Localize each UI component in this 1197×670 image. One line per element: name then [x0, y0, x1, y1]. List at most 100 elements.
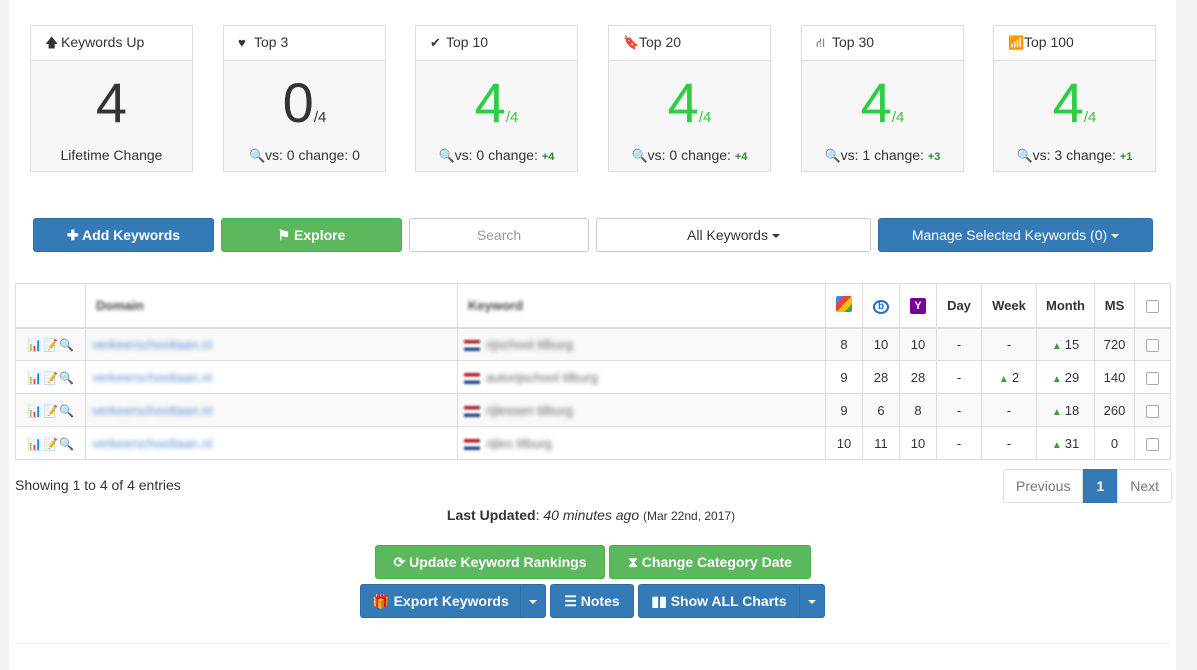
current-page-button[interactable]: 1 [1083, 469, 1118, 503]
add-note-icon[interactable]: 📝 [43, 404, 59, 418]
add-note-icon[interactable]: 📝 [43, 437, 59, 451]
row-actions: 📊📝🔍 [15, 426, 86, 460]
previous-page-button[interactable]: Previous [1003, 469, 1084, 503]
table-row: 📊📝🔍 verkeerschooltaan.nl rijles tilburg 10 1… [15, 426, 1171, 460]
stat-card-value: 4/4 [1052, 71, 1097, 134]
week-change-cell: ▲ 2 [981, 360, 1037, 394]
keyword-column-header[interactable]: Keyword [457, 283, 826, 329]
stat-card-value: 4 [95, 71, 128, 134]
search-input[interactable] [409, 218, 589, 252]
chart-icon[interactable]: 📊 [27, 371, 43, 385]
stat-card-title: ✔ Top 10 [416, 26, 577, 61]
bing-column-header[interactable]: b [862, 283, 900, 329]
notes-button[interactable]: ☰ Notes [550, 584, 634, 618]
yahoo-rank-cell: 10 [899, 426, 937, 460]
refresh-icon: ⟳ [393, 554, 406, 570]
divider [15, 643, 1171, 644]
stat-card: 🔖Top 20 4/4 🔍vs: 0 change: +4 [608, 25, 771, 172]
ms-column-header[interactable]: MS [1094, 283, 1135, 329]
stat-card-footer: Lifetime Change [60, 147, 163, 163]
yahoo-column-header[interactable]: Y [899, 283, 937, 329]
next-page-button[interactable]: Next [1117, 469, 1173, 503]
entries-info: Showing 1 to 4 of 4 entries [15, 477, 181, 493]
all-keywords-dropdown[interactable]: All Keywords [596, 218, 871, 252]
domain-cell[interactable]: verkeerschooltaan.nl [85, 360, 458, 394]
arrow-up-icon: 🡅 [45, 35, 59, 50]
stat-card-value: 0/4 [282, 71, 327, 134]
month-column-header[interactable]: Month [1036, 283, 1095, 329]
nl-flag-icon [464, 405, 480, 417]
stat-card-title: 🔖Top 20 [609, 26, 770, 61]
search-icon[interactable]: 🔍 [59, 404, 75, 418]
update-keyword-rankings-button[interactable]: ⟳ Update Keyword Rankings [375, 545, 605, 579]
row-checkbox[interactable] [1146, 338, 1159, 352]
domain-cell[interactable]: verkeerschooltaan.nl [85, 426, 458, 460]
manage-selected-dropdown[interactable]: Manage Selected Keywords (0) [878, 218, 1153, 252]
arrow-up-icon: ▲ [1051, 439, 1062, 451]
check-icon: ✔ [430, 35, 441, 50]
show-all-charts-button[interactable]: ▮▮ Show ALL Charts [638, 584, 800, 618]
month-change-cell: ▲ 31 [1036, 426, 1095, 460]
search-icon: 🔍 [249, 148, 266, 163]
search-icon[interactable]: 🔍 [59, 338, 75, 352]
google-rank-cell: 8 [825, 327, 863, 361]
row-select-cell[interactable] [1134, 426, 1171, 460]
month-change-cell: ▲ 29 [1036, 360, 1095, 394]
row-select-cell[interactable] [1134, 393, 1171, 427]
row-select-cell[interactable] [1134, 360, 1171, 394]
month-change-cell: ▲ 15 [1036, 327, 1095, 361]
stat-card-footer: 🔍vs: 1 change: +3 [824, 147, 941, 163]
change-category-date-button[interactable]: ⧗ Change Category Date [609, 545, 811, 579]
chart-icon[interactable]: 📊 [27, 404, 43, 418]
plus-icon: ✚ [66, 227, 79, 243]
row-actions: 📊📝🔍 [15, 360, 86, 394]
export-keywords-caret[interactable] [520, 584, 546, 618]
select-all-checkbox[interactable] [1146, 299, 1159, 313]
add-note-icon[interactable]: 📝 [43, 371, 59, 385]
explore-button[interactable]: ⚑ Explore [221, 218, 402, 252]
domain-cell[interactable]: verkeerschooltaan.nl [85, 327, 458, 361]
search-icon: 🔍 [631, 148, 648, 163]
week-change-cell: - [981, 327, 1037, 361]
day-change-cell: - [936, 393, 982, 427]
yahoo-rank-cell: 28 [899, 360, 937, 394]
stat-card-title: ♥ Top 3 [224, 26, 385, 61]
row-select-cell[interactable] [1134, 327, 1171, 361]
domain-cell[interactable]: verkeerschooltaan.nl [85, 393, 458, 427]
select-all-header[interactable] [1134, 283, 1171, 329]
day-column-header[interactable]: Day [936, 283, 982, 329]
yahoo-icon: Y [910, 297, 926, 314]
add-keywords-button[interactable]: ✚ Add Keywords [33, 218, 214, 252]
table-row: 📊📝🔍 verkeerschooltaan.nl rijschool tilburg… [15, 327, 1171, 361]
week-column-header[interactable]: Week [981, 283, 1037, 329]
road-icon: ⛙ [816, 35, 826, 50]
search-icon: 🔍 [824, 148, 841, 163]
search-icon[interactable]: 🔍 [59, 437, 75, 451]
export-keywords-button[interactable]: 🎁 Export Keywords [360, 584, 521, 618]
pagination: Previous 1 Next [1003, 469, 1173, 503]
show-all-charts-caret[interactable] [799, 584, 825, 618]
caret-down-icon [808, 600, 816, 605]
actions-column-header [15, 283, 86, 329]
google-rank-cell: 9 [825, 393, 863, 427]
table-row: 📊📝🔍 verkeerschooltaan.nl rijlessen tilburg… [15, 393, 1171, 427]
search-icon[interactable]: 🔍 [59, 371, 75, 385]
row-checkbox[interactable] [1146, 404, 1159, 418]
stat-card-footer: 🔍vs: 0 change: 0 [249, 147, 360, 163]
chart-icon[interactable]: 📊 [27, 437, 43, 451]
row-checkbox[interactable] [1146, 371, 1159, 385]
stat-card: ⛙ Top 30 4/4 🔍vs: 1 change: +3 [801, 25, 964, 172]
stat-card-title: ⛙ Top 30 [802, 26, 963, 61]
ms-cell: 0 [1094, 426, 1135, 460]
chart-icon[interactable]: 📊 [27, 338, 43, 352]
domain-column-header[interactable]: Domain [85, 283, 458, 329]
add-note-icon[interactable]: 📝 [43, 338, 59, 352]
search-icon: 🔍 [438, 148, 455, 163]
google-column-header[interactable] [825, 283, 863, 329]
row-checkbox[interactable] [1146, 437, 1159, 451]
arrow-up-icon: ▲ [998, 373, 1009, 385]
stat-card-footer: 🔍vs: 3 change: +1 [1016, 147, 1133, 163]
bing-rank-cell: 6 [862, 393, 900, 427]
stat-card-value: 4/4 [667, 71, 712, 134]
stat-card-title: 🡅 Keywords Up [31, 26, 192, 61]
